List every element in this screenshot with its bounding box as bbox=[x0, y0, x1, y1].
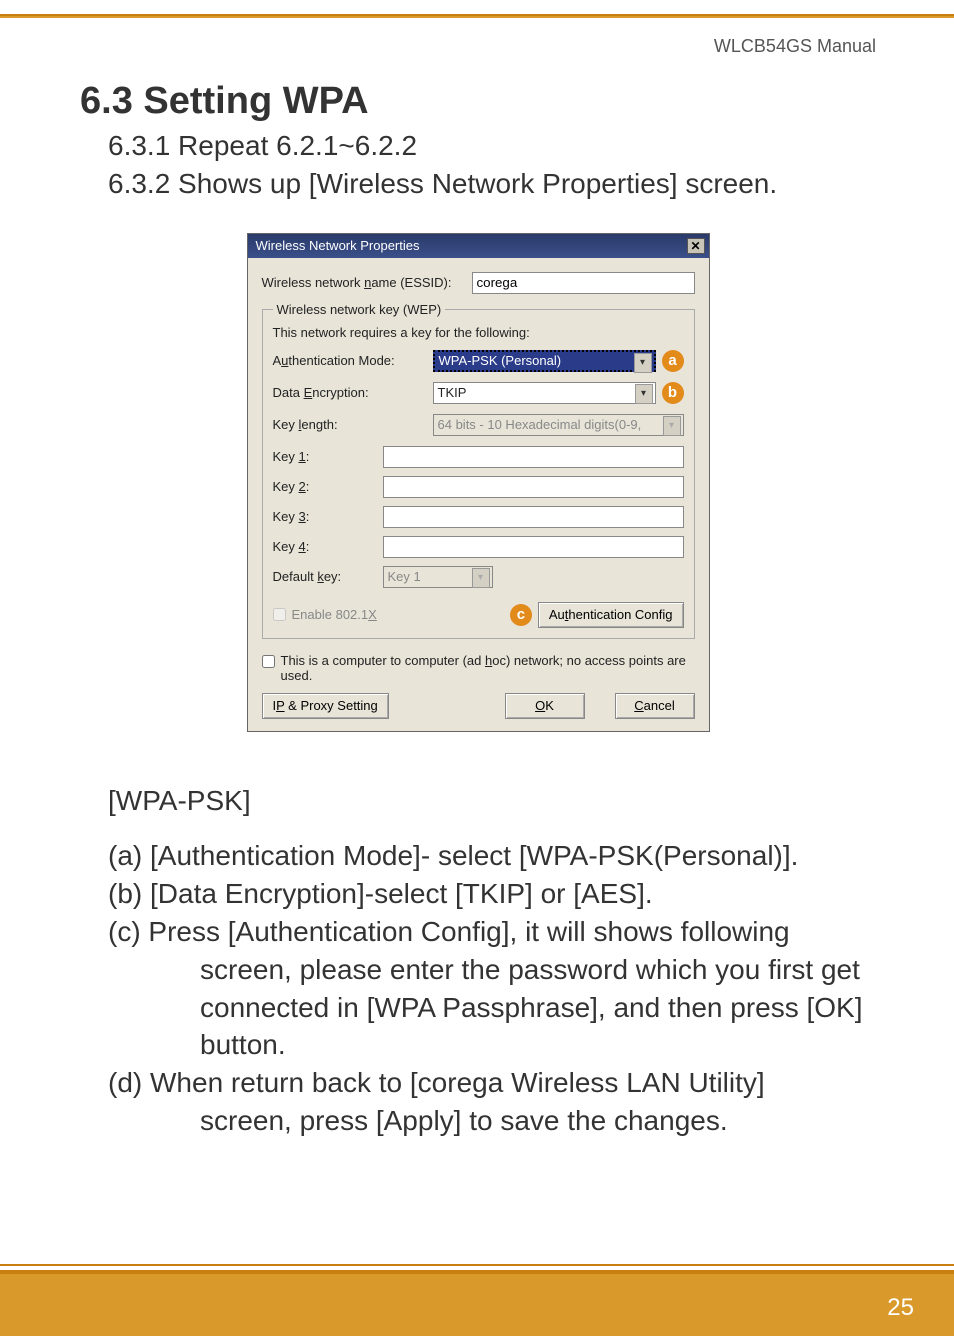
page-number: 25 bbox=[887, 1294, 914, 1322]
key3-label: Key 3: bbox=[273, 509, 383, 524]
section-sub2: 6.3.2 Shows up [Wireless Network Propert… bbox=[108, 165, 876, 203]
enable-8021x-label: Enable 802.1X bbox=[292, 607, 377, 622]
wpa-psk-heading: [WPA-PSK] bbox=[108, 782, 876, 820]
enable-8021x-input bbox=[273, 608, 286, 621]
auth-mode-value: WPA-PSK (Personal) bbox=[439, 353, 562, 368]
dialog-title: Wireless Network Properties bbox=[256, 238, 420, 253]
section-sub1: 6.3.1 Repeat 6.2.1~6.2.2 bbox=[108, 127, 876, 165]
dialog-titlebar: Wireless Network Properties ✕ bbox=[248, 234, 709, 258]
key-length-label: Key length: bbox=[273, 417, 433, 432]
data-encryption-label: Data Encryption: bbox=[273, 385, 433, 400]
wep-fieldset: Wireless network key (WEP) This network … bbox=[262, 302, 695, 639]
key3-input[interactable] bbox=[383, 506, 684, 528]
manual-name: WLCB54GS Manual bbox=[714, 36, 876, 57]
auth-mode-select[interactable]: WPA-PSK (Personal) bbox=[433, 350, 656, 372]
badge-a: a bbox=[662, 350, 684, 372]
adhoc-checkbox[interactable] bbox=[262, 655, 275, 668]
data-encryption-value: TKIP bbox=[438, 385, 467, 400]
data-encryption-select[interactable]: TKIP bbox=[433, 382, 656, 404]
key1-label: Key 1: bbox=[273, 449, 383, 464]
instr-c: (c) Press [Authentication Config], it wi… bbox=[108, 913, 876, 1064]
badge-b: b bbox=[662, 382, 684, 404]
instr-a: (a) [Authentication Mode]- select [WPA-P… bbox=[108, 837, 876, 875]
key4-label: Key 4: bbox=[273, 539, 383, 554]
key-length-value: 64 bits - 10 Hexadecimal digits(0-9, bbox=[438, 417, 642, 432]
default-key-select: Key 1 bbox=[383, 566, 493, 588]
key4-input[interactable] bbox=[383, 536, 684, 558]
page-content: 6.3 Setting WPA 6.3.1 Repeat 6.2.1~6.2.2… bbox=[80, 80, 876, 1140]
key2-label: Key 2: bbox=[273, 479, 383, 494]
auth-config-button[interactable]: Authentication Config bbox=[538, 602, 684, 628]
close-icon[interactable]: ✕ bbox=[687, 238, 705, 254]
auth-mode-label: Authentication Mode: bbox=[273, 353, 433, 368]
footer-rule bbox=[0, 1264, 954, 1266]
badge-c: c bbox=[510, 604, 532, 626]
key2-input[interactable] bbox=[383, 476, 684, 498]
default-key-label: Default key: bbox=[273, 569, 383, 584]
key1-input[interactable] bbox=[383, 446, 684, 468]
wep-note: This network requires a key for the foll… bbox=[273, 325, 684, 340]
top-rule bbox=[0, 14, 954, 18]
instructions-block: [WPA-PSK] (a) [Authentication Mode]- sel… bbox=[108, 782, 876, 1140]
ok-button[interactable]: OK bbox=[505, 693, 585, 719]
wireless-properties-dialog: Wireless Network Properties ✕ Wireless n… bbox=[247, 233, 710, 732]
cancel-button[interactable]: Cancel bbox=[615, 693, 695, 719]
section-title: 6.3 Setting WPA bbox=[80, 80, 876, 123]
instr-b: (b) [Data Encryption]-select [TKIP] or [… bbox=[108, 875, 876, 913]
adhoc-label: This is a computer to computer (ad hoc) … bbox=[281, 653, 695, 683]
key-length-select: 64 bits - 10 Hexadecimal digits(0-9, bbox=[433, 414, 684, 436]
essid-label: Wireless network name (ESSID): bbox=[262, 275, 472, 290]
ip-proxy-button[interactable]: IP & Proxy Setting bbox=[262, 693, 389, 719]
enable-8021x-checkbox: Enable 802.1X bbox=[273, 607, 377, 622]
essid-input[interactable] bbox=[472, 272, 695, 294]
wep-legend: Wireless network key (WEP) bbox=[273, 302, 446, 317]
instr-d: (d) When return back to [corega Wireless… bbox=[108, 1064, 876, 1140]
default-key-value: Key 1 bbox=[388, 569, 421, 584]
footer-band: 25 bbox=[0, 1270, 954, 1336]
